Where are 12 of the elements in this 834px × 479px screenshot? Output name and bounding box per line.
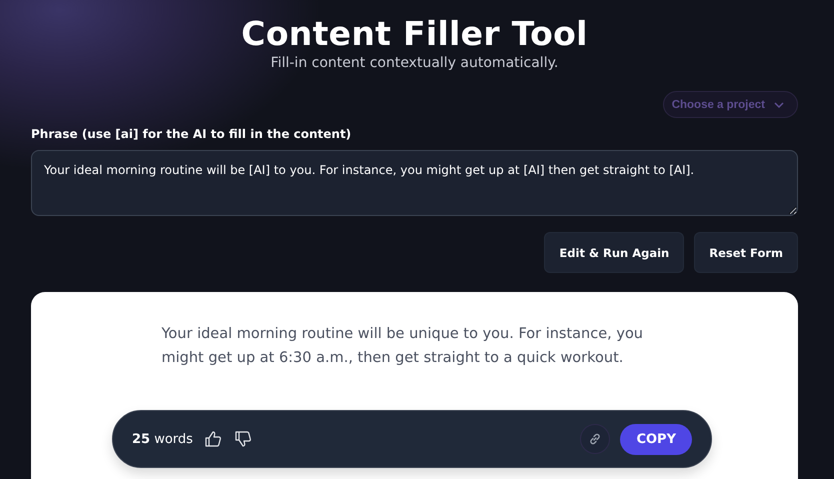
- word-count: 25 words: [132, 432, 193, 446]
- page-subtitle: Fill-in content contextually automatically.: [270, 55, 558, 71]
- action-button[interactable]: Reset Form: [694, 232, 798, 273]
- field-label: Phrase (use [ai] for the AI to fill in the content): [31, 127, 352, 141]
- page-title: Content Filler Tool: [241, 14, 588, 53]
- action-button[interactable]: Edit & Run Again: [544, 232, 684, 273]
- copy-button[interactable]: COPY: [620, 424, 692, 454]
- thumbs-down-icon[interactable]: [232, 429, 253, 449]
- thumbs-up-icon[interactable]: [202, 429, 223, 449]
- result-text: Your ideal morning routine will be unique to you. For instance, you might get up at 6:30 a.m., then get straight to a quick workout.: [162, 325, 644, 368]
- phrase-input[interactable]: Your ideal morning routine will be [AI] to you. For instance, you might get up at [AI] then get straight to [AI].: [31, 150, 798, 216]
- link-button[interactable]: [580, 424, 610, 454]
